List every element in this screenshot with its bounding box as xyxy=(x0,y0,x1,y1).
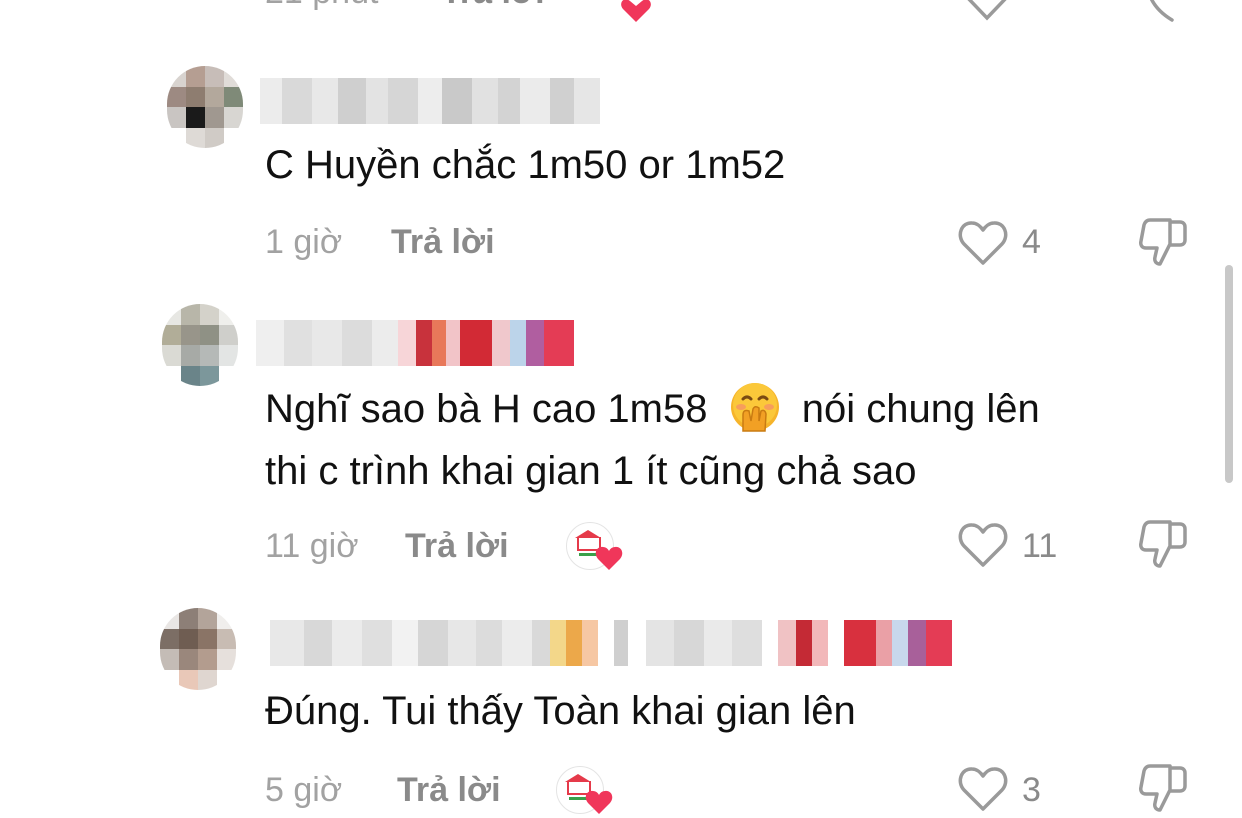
dislike-icon[interactable] xyxy=(1142,0,1182,24)
avatar[interactable] xyxy=(167,66,243,148)
creator-liked-badge xyxy=(566,522,623,570)
creator-liked-heart-icon xyxy=(621,0,651,22)
avatar[interactable] xyxy=(160,608,236,690)
like-heart-icon[interactable] xyxy=(962,0,1012,22)
scrollbar[interactable] xyxy=(1225,265,1233,483)
comment-time: 1 giờ xyxy=(265,223,343,261)
comment-text-line: nói chung lên xyxy=(801,387,1040,431)
comment-time: 11 giờ xyxy=(265,527,359,565)
like-count: 11 xyxy=(1022,527,1058,565)
dislike-icon[interactable] xyxy=(1138,762,1188,814)
dislike-icon[interactable] xyxy=(1138,216,1188,268)
creator-liked-badge xyxy=(556,766,613,814)
reply-button[interactable]: Trả lời xyxy=(397,770,501,810)
reply-button[interactable]: Trả lời xyxy=(391,222,495,262)
like-heart-icon[interactable] xyxy=(958,522,1008,568)
comment-text: C Huyền chắc 1m50 or 1m52 xyxy=(265,134,785,196)
comment-meta: 11 giờ Trả lời xyxy=(265,526,509,566)
comment-text-line: C Huyền chắc 1m50 or 1m52 xyxy=(265,143,786,187)
comment-meta: 5 giờ Trả lời xyxy=(265,770,501,810)
username-blurred[interactable] xyxy=(260,78,600,124)
avatar[interactable] xyxy=(162,304,238,386)
creator-heart-icon xyxy=(595,546,623,570)
reply-button[interactable]: Trả lời xyxy=(405,526,509,566)
comment-text: Nghĩ sao bà H cao 1m58 nói chung lên thi… xyxy=(265,378,1040,502)
comment-text-line: thi c trình khai gian 1 ít cũng chả sao xyxy=(265,449,917,493)
comment-meta: 1 giờ Trả lời xyxy=(265,222,495,262)
dislike-icon[interactable] xyxy=(1138,518,1188,570)
creator-heart-icon xyxy=(585,790,613,814)
comment-text-line: Nghĩ sao bà H cao 1m58 xyxy=(265,387,708,431)
like-count: 4 xyxy=(1022,223,1041,261)
comment-item: Nghĩ sao bà H cao 1m58 nói chung lên thi… xyxy=(0,300,1242,590)
comment-text: Đúng. Tui thấy Toàn khai gian lên xyxy=(265,680,856,742)
comment-text-line: Đúng. Tui thấy Toàn khai gian lên xyxy=(265,689,856,733)
username-blurred[interactable] xyxy=(270,620,974,666)
comments-screen: 21 phút Trả lời C Huyền chắc 1m50 or 1m5… xyxy=(0,0,1242,818)
comment-time: 5 giờ xyxy=(265,771,343,809)
like-heart-icon[interactable] xyxy=(958,766,1008,812)
comment-item: C Huyền chắc 1m50 or 1m52 1 giờ Trả lời … xyxy=(0,64,1242,284)
comment-time: 21 phút xyxy=(265,0,378,11)
like-count: 3 xyxy=(1022,771,1041,809)
face-with-hand-over-mouth-emoji xyxy=(730,383,779,433)
like-heart-icon[interactable] xyxy=(958,220,1008,266)
comment-partial-top: 21 phút Trả lời xyxy=(0,0,1242,24)
reply-button[interactable]: Trả lời xyxy=(441,0,545,12)
comment-item: Đúng. Tui thấy Toàn khai gian lên 5 giờ … xyxy=(0,604,1242,818)
username-blurred[interactable] xyxy=(256,320,574,366)
